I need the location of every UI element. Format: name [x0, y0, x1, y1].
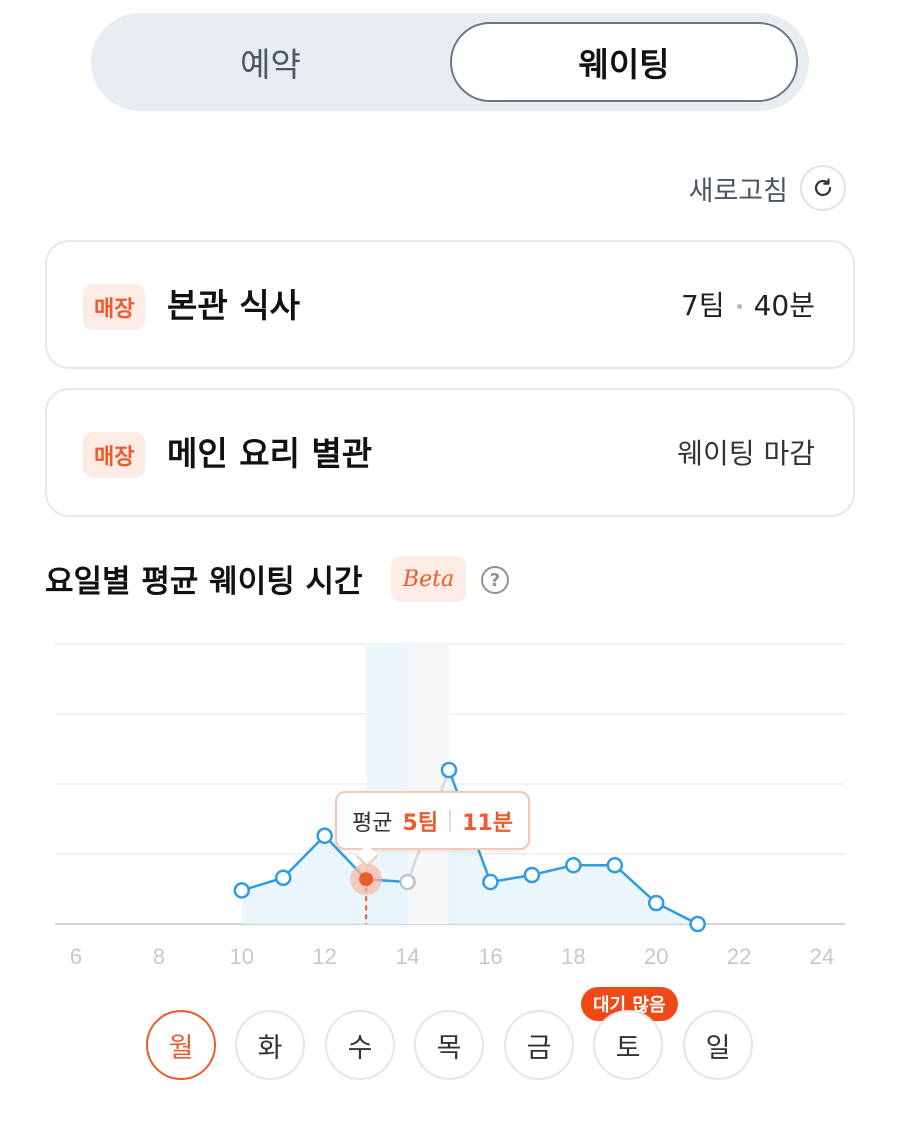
day-selector: 월 화 수 목 금 토 일 — [146, 1010, 754, 1082]
x-tick-label: 22 — [727, 944, 751, 969]
day-wed[interactable]: 수 — [325, 1010, 395, 1080]
x-tick-label: 12 — [312, 944, 336, 969]
data-point — [274, 869, 292, 887]
refresh-label: 새로고침 — [688, 175, 788, 207]
x-tick-label: 14 — [395, 944, 419, 969]
tooltip-label: 평균 — [352, 810, 393, 836]
data-point — [523, 866, 541, 884]
x-tick-label: 8 — [153, 944, 165, 969]
data-point — [482, 873, 499, 891]
question-icon[interactable]: ? — [481, 566, 509, 594]
tab-reservation[interactable]: 예약 — [91, 13, 450, 111]
day-tue[interactable]: 화 — [235, 1010, 305, 1080]
data-point — [606, 856, 624, 874]
x-tick-label: 10 — [230, 944, 254, 969]
day-sat[interactable]: 토 — [593, 1010, 663, 1080]
data-point — [565, 856, 582, 874]
tab-waiting[interactable]: 웨이팅 — [450, 22, 798, 102]
view-toggle: 예약 웨이팅 — [91, 13, 809, 111]
data-point — [399, 873, 416, 891]
beta-badge: Beta — [391, 556, 466, 602]
waiting-time: 40분 — [753, 289, 815, 322]
store-badge: 매장 — [83, 284, 146, 330]
x-tick-label: 6 — [70, 944, 82, 969]
x-tick-label: 24 — [810, 944, 834, 969]
data-point — [233, 882, 251, 899]
waiting-card-main-hall[interactable]: 매장 본관 식사 7팀 40분 — [45, 240, 855, 369]
x-tick-label: 20 — [644, 944, 668, 969]
section-title: 요일별 평균 웨이팅 시간 — [45, 564, 363, 600]
card-title: 메인 요리 별관 — [167, 434, 373, 473]
chart-tooltip: 평균 5팀 11분 — [335, 791, 530, 850]
waiting-status: 7팀 40분 — [681, 280, 815, 332]
tooltip-time: 11분 — [462, 810, 513, 836]
data-point — [647, 894, 665, 912]
waiting-closed-status: 웨이팅 마감 — [677, 437, 815, 470]
tooltip-teams: 5팀 — [402, 810, 439, 836]
waiting-card-annex[interactable]: 매장 메인 요리 별관 웨이팅 마감 — [45, 388, 855, 517]
data-point — [316, 827, 333, 845]
day-sun[interactable]: 일 — [683, 1010, 753, 1080]
store-badge: 매장 — [83, 432, 146, 478]
day-fri[interactable]: 금 — [504, 1010, 574, 1080]
refresh-icon[interactable] — [800, 165, 846, 211]
day-mon[interactable]: 월 — [146, 1010, 216, 1080]
x-tick-label: 16 — [478, 944, 502, 969]
data-point — [440, 761, 458, 779]
waiting-teams: 7팀 — [681, 289, 725, 322]
tooltip-divider — [449, 809, 452, 832]
day-thu[interactable]: 목 — [414, 1010, 484, 1080]
separator-dot — [736, 303, 742, 309]
x-tick-label: 18 — [561, 944, 585, 969]
selected-point — [359, 872, 374, 887]
refresh-button[interactable]: 새로고침 — [689, 164, 846, 212]
card-title: 본관 식사 — [167, 286, 300, 325]
data-point — [689, 915, 706, 933]
